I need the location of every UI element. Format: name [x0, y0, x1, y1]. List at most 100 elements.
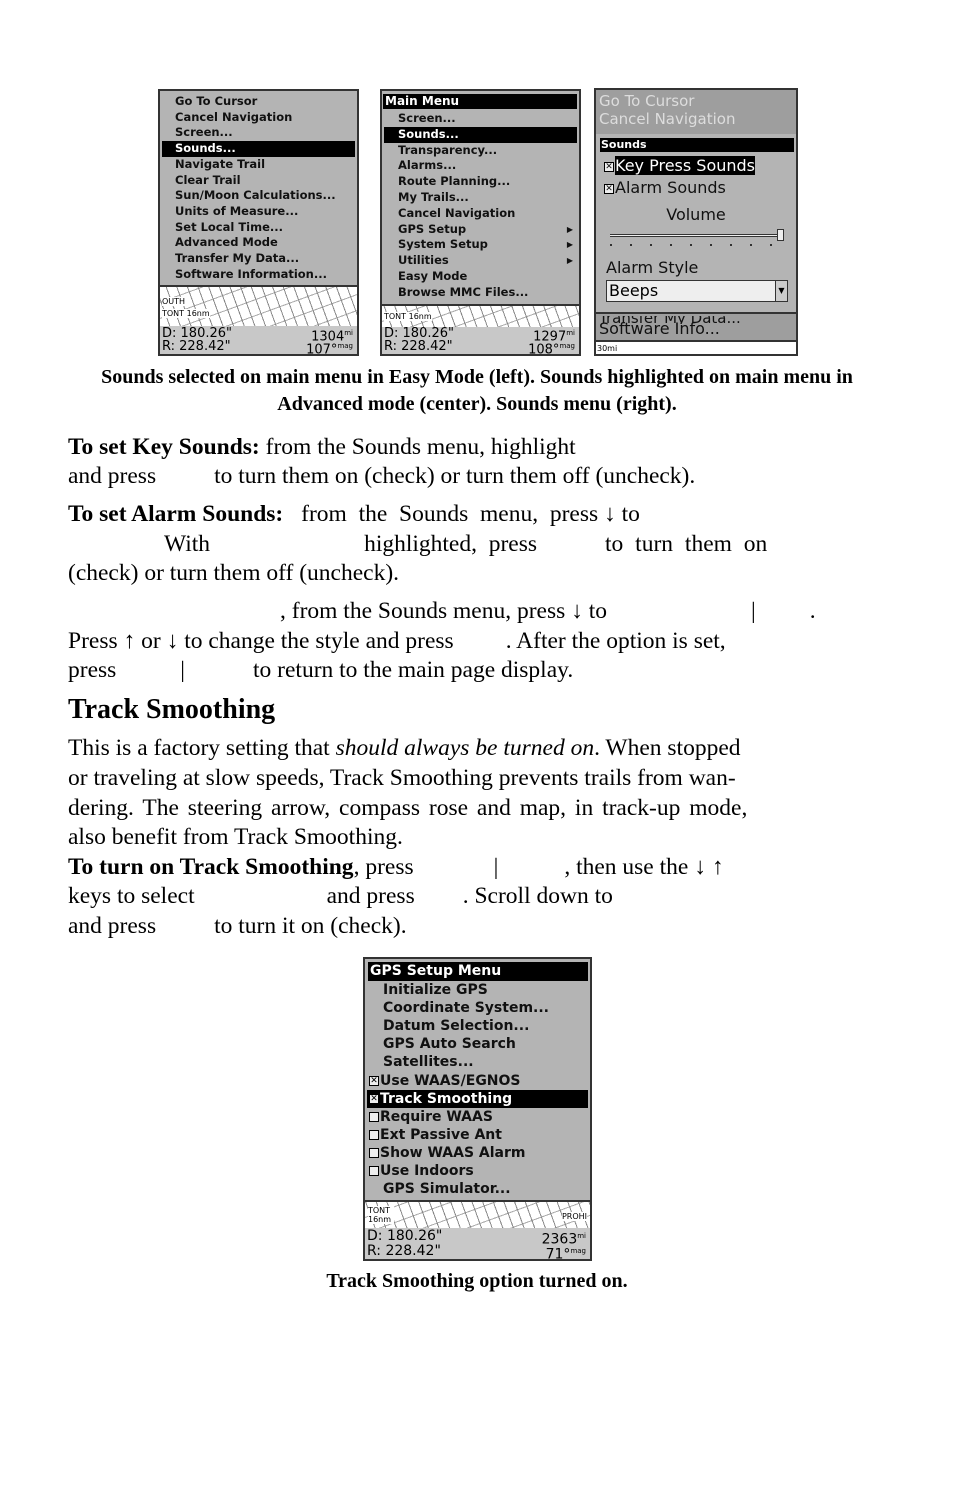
menu-title: GPS Setup Menu — [368, 962, 588, 981]
menu-item[interactable]: Transparency... — [384, 143, 577, 159]
menu-item[interactable]: Transfer My Data... — [162, 251, 355, 267]
menu-item-label: Ext Passive Ant — [380, 1126, 502, 1143]
menu-item-label: Transparency... — [398, 142, 498, 157]
paragraph-key-sounds: To set Key Sounds: from the Sounds menu,… — [68, 434, 576, 460]
menu-item-label: Route Planning... — [398, 174, 511, 189]
menu-item-label: Satellites... — [383, 1054, 474, 1071]
menu-item[interactable]: Coordinate System... — [367, 999, 588, 1017]
menu-item[interactable]: Sounds... — [384, 126, 577, 143]
menu-item[interactable]: Navigate Trail — [162, 157, 355, 173]
menu-item[interactable]: Browse MMC Files... — [384, 285, 577, 301]
chevron-down-icon: ▼ — [775, 281, 787, 301]
menu-item-label: Screen... — [175, 125, 233, 140]
sounds-dialog: Sounds ✕ Key Press Sounds ✕ Alarm Sounds V… — [596, 134, 796, 314]
menu-item-label: Use Indoors — [380, 1163, 474, 1179]
menu-item[interactable]: Cancel Navigation — [384, 206, 577, 222]
paragraph-turn-on-track-smoothing: To turn on Track Smoothing, press |, then… — [68, 854, 724, 880]
menu-item[interactable]: Sun/Moon Calculations... — [162, 188, 355, 204]
nav-data: D: 180.26" 2363mi R: 228.42" 71°mag — [365, 1228, 590, 1259]
map-strip: OUTH TONT 16nm — [160, 285, 357, 329]
checkbox-unchecked-icon — [369, 1111, 379, 1122]
menu-item-label: Track Smoothing — [380, 1090, 513, 1107]
menu-item[interactable]: Utilities ▶ — [384, 253, 577, 269]
gps-setup-menu-screenshot: GPS Setup Menu Initialize GPS Coordinate … — [363, 957, 592, 1261]
paragraph-alarm-sounds: To set Alarm Sounds: from the Sounds men… — [68, 501, 640, 527]
menu-item-label: Sounds... — [175, 141, 236, 156]
menu-item[interactable]: Use Indoors — [367, 1162, 588, 1180]
menu-item[interactable]: Cancel Navigation — [162, 110, 355, 126]
checkbox-checked-icon: ✕ — [369, 1093, 379, 1104]
easy-mode-menu-screenshot: Go To Cursor Cancel Navigation Screen... So… — [158, 89, 359, 356]
figure-caption: Sounds selected on main menu in Easy Mod… — [101, 366, 853, 415]
menu-item[interactable]: Software Information... — [162, 267, 355, 283]
menu-item-label: Sounds... — [398, 126, 459, 141]
menu-item-label: System Setup — [398, 237, 488, 252]
menu-item-label: GPS Simulator... — [383, 1181, 511, 1198]
menu-item[interactable]: GPS Auto Search — [367, 1035, 588, 1053]
map-strip: 30mi — [596, 340, 796, 354]
menu-item-label: Go To Cursor — [175, 94, 258, 108]
checkbox-unchecked-icon — [369, 1129, 379, 1140]
menu-item-label: My Trails... — [398, 190, 469, 204]
menu-item[interactable]: Clear Trail — [162, 173, 355, 189]
key-press-sounds-checkbox[interactable]: ✕ Key Press Sounds — [604, 156, 796, 175]
volume-slider[interactable] — [610, 229, 784, 246]
menu-item[interactable]: ✕ Use WAAS/EGNOS — [367, 1072, 588, 1090]
menu-item[interactable]: Initialize GPS — [367, 981, 588, 999]
alarm-sounds-checkbox[interactable]: ✕ Alarm Sounds — [604, 178, 796, 197]
menu-item-label: Browse MMC Files... — [398, 284, 529, 299]
map-strip: TONT 16nm PROHI — [365, 1200, 590, 1230]
alarm-style-dropdown[interactable]: Beeps ▼ — [606, 280, 788, 302]
paragraph-alarm-style: , from the Sounds menu, press ↓ to |. — [280, 598, 816, 624]
menu-item[interactable]: Units of Measure... — [162, 204, 355, 220]
menu-item[interactable]: Screen... — [162, 125, 355, 141]
menu-item-label: Sun/Moon Calculations... — [175, 188, 336, 203]
checkbox-unchecked-icon — [369, 1147, 379, 1158]
menu-item-label: Clear Trail — [175, 172, 241, 187]
menu-item[interactable]: Screen... — [384, 111, 577, 127]
menu-item[interactable]: Require WAAS — [367, 1108, 588, 1126]
menu-item-label: Alarms... — [398, 158, 457, 173]
menu-item-label: Cancel Navigation — [398, 205, 516, 220]
section-heading: Track Smoothing — [68, 694, 276, 725]
checkbox-unchecked-icon — [369, 1166, 379, 1176]
advanced-mode-menu-screenshot: Main Menu Screen... Sounds... Transparency… — [380, 89, 581, 356]
menu-item[interactable]: GPS Simulator... — [367, 1180, 588, 1198]
submenu-arrow-icon: ▶ — [566, 256, 573, 266]
menu-title: Main Menu — [383, 94, 577, 109]
menu-item-label: Navigate Trail — [175, 156, 266, 171]
menu-item[interactable]: Alarms... — [384, 158, 577, 174]
menu-item-label: Software Information... — [175, 266, 327, 281]
menu-item[interactable]: Show WAAS Alarm — [367, 1144, 588, 1162]
menu-item[interactable]: Set Local Time... — [162, 220, 355, 236]
submenu-arrow-icon: ▶ — [566, 240, 573, 250]
menu-item[interactable]: Ext Passive Ant — [367, 1126, 588, 1144]
menu-item[interactable]: ✕ Track Smoothing — [367, 1089, 588, 1108]
nav-data: D: 180.26" 1297mi R: 228.42" 108°mag — [382, 327, 579, 354]
menu-item-label: Utilities — [398, 253, 449, 268]
menu-item[interactable]: Route Planning... — [384, 174, 577, 190]
menu-item[interactable]: Sounds... — [162, 141, 355, 157]
menu-item[interactable]: Easy Mode — [384, 269, 577, 285]
menu-item[interactable]: Go To Cursor — [162, 94, 355, 110]
menu-item[interactable]: Advanced Mode — [162, 235, 355, 251]
menu-item[interactable]: System Setup ▶ — [384, 237, 577, 253]
sounds-menu-screenshot: Go To Cursor Cancel Navigation Sounds ✕ K… — [594, 88, 798, 356]
menu-item-label: GPS Setup — [398, 221, 467, 236]
menu-item[interactable]: GPS Setup ▶ — [384, 222, 577, 238]
checkbox-checked-icon: ✕ — [369, 1075, 379, 1086]
menu-item[interactable]: Satellites... — [367, 1053, 588, 1071]
menu-item-label: Units of Measure... — [175, 203, 299, 218]
nav-data: D: 180.26" 1304mi R: 228.42" 107°mag — [160, 326, 357, 354]
menu-item-label: Coordinate System... — [383, 1000, 549, 1017]
menu-item-label: Show WAAS Alarm — [380, 1144, 526, 1161]
checkbox-icon: ✕ — [604, 161, 614, 172]
menu-item-label: GPS Auto Search — [383, 1036, 516, 1053]
menu-item-label: Use WAAS/EGNOS — [380, 1072, 521, 1089]
menu-item-label: Datum Selection... — [383, 1018, 530, 1035]
menu-item-label: Transfer My Data... — [175, 251, 300, 265]
menu-item[interactable]: Datum Selection... — [367, 1017, 588, 1035]
menu-item[interactable]: My Trails... — [384, 190, 577, 206]
slider-thumb — [777, 229, 784, 241]
figure-caption-2: Track Smoothing option turned on. — [326, 1270, 628, 1292]
